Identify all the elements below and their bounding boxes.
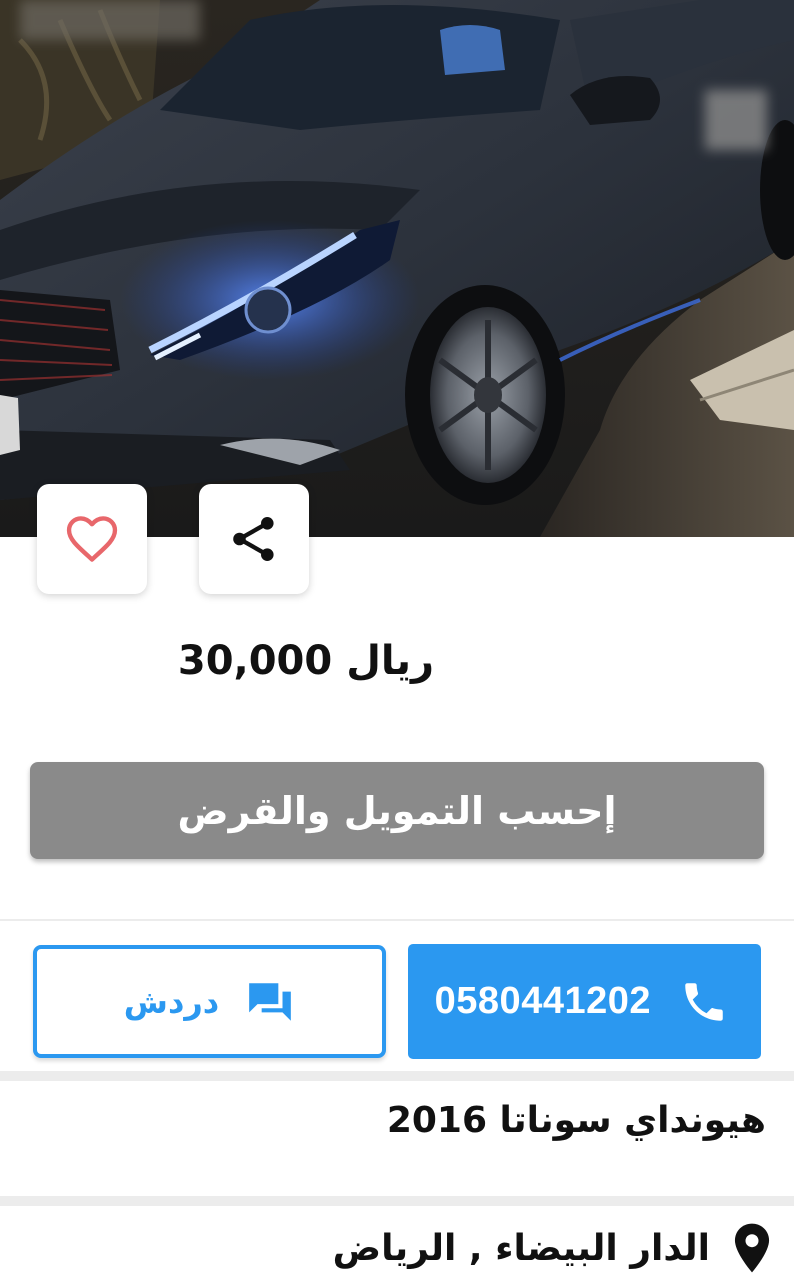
phone-number: 0580441202 — [434, 980, 651, 1022]
share-icon — [233, 517, 274, 561]
finance-calculator-button[interactable]: إحسب التمويل والقرض — [30, 762, 764, 859]
listing-location: الدار البيضاء , الرياض — [333, 1222, 772, 1274]
blurred-region — [705, 90, 767, 150]
chat-button-label: دردش — [123, 982, 220, 1021]
divider — [0, 919, 794, 921]
location-text: الدار البيضاء , الرياض — [332, 1227, 710, 1269]
favorite-button[interactable] — [37, 484, 147, 594]
divider — [0, 1071, 794, 1081]
car-photo-illustration — [0, 0, 794, 537]
chat-icon — [249, 982, 292, 1021]
heart-icon — [66, 516, 118, 562]
listing-title: هيونداي سوناتا 2016 — [386, 1100, 766, 1141]
blurred-region — [20, 0, 200, 40]
divider — [0, 1196, 794, 1206]
price-amount: 30,000 — [177, 638, 333, 684]
call-button[interactable]: 0580441202 — [408, 944, 761, 1059]
price-currency: ريال — [346, 638, 434, 684]
listing-photo[interactable] — [0, 0, 794, 537]
phone-icon — [685, 982, 723, 1021]
share-button[interactable] — [199, 484, 309, 594]
finance-button-label: إحسب التمويل والقرض — [177, 788, 617, 833]
listing-price: 30,000 ريال — [34, 632, 434, 690]
location-pin-icon — [734, 1223, 770, 1273]
chat-button[interactable]: دردش — [33, 945, 386, 1058]
